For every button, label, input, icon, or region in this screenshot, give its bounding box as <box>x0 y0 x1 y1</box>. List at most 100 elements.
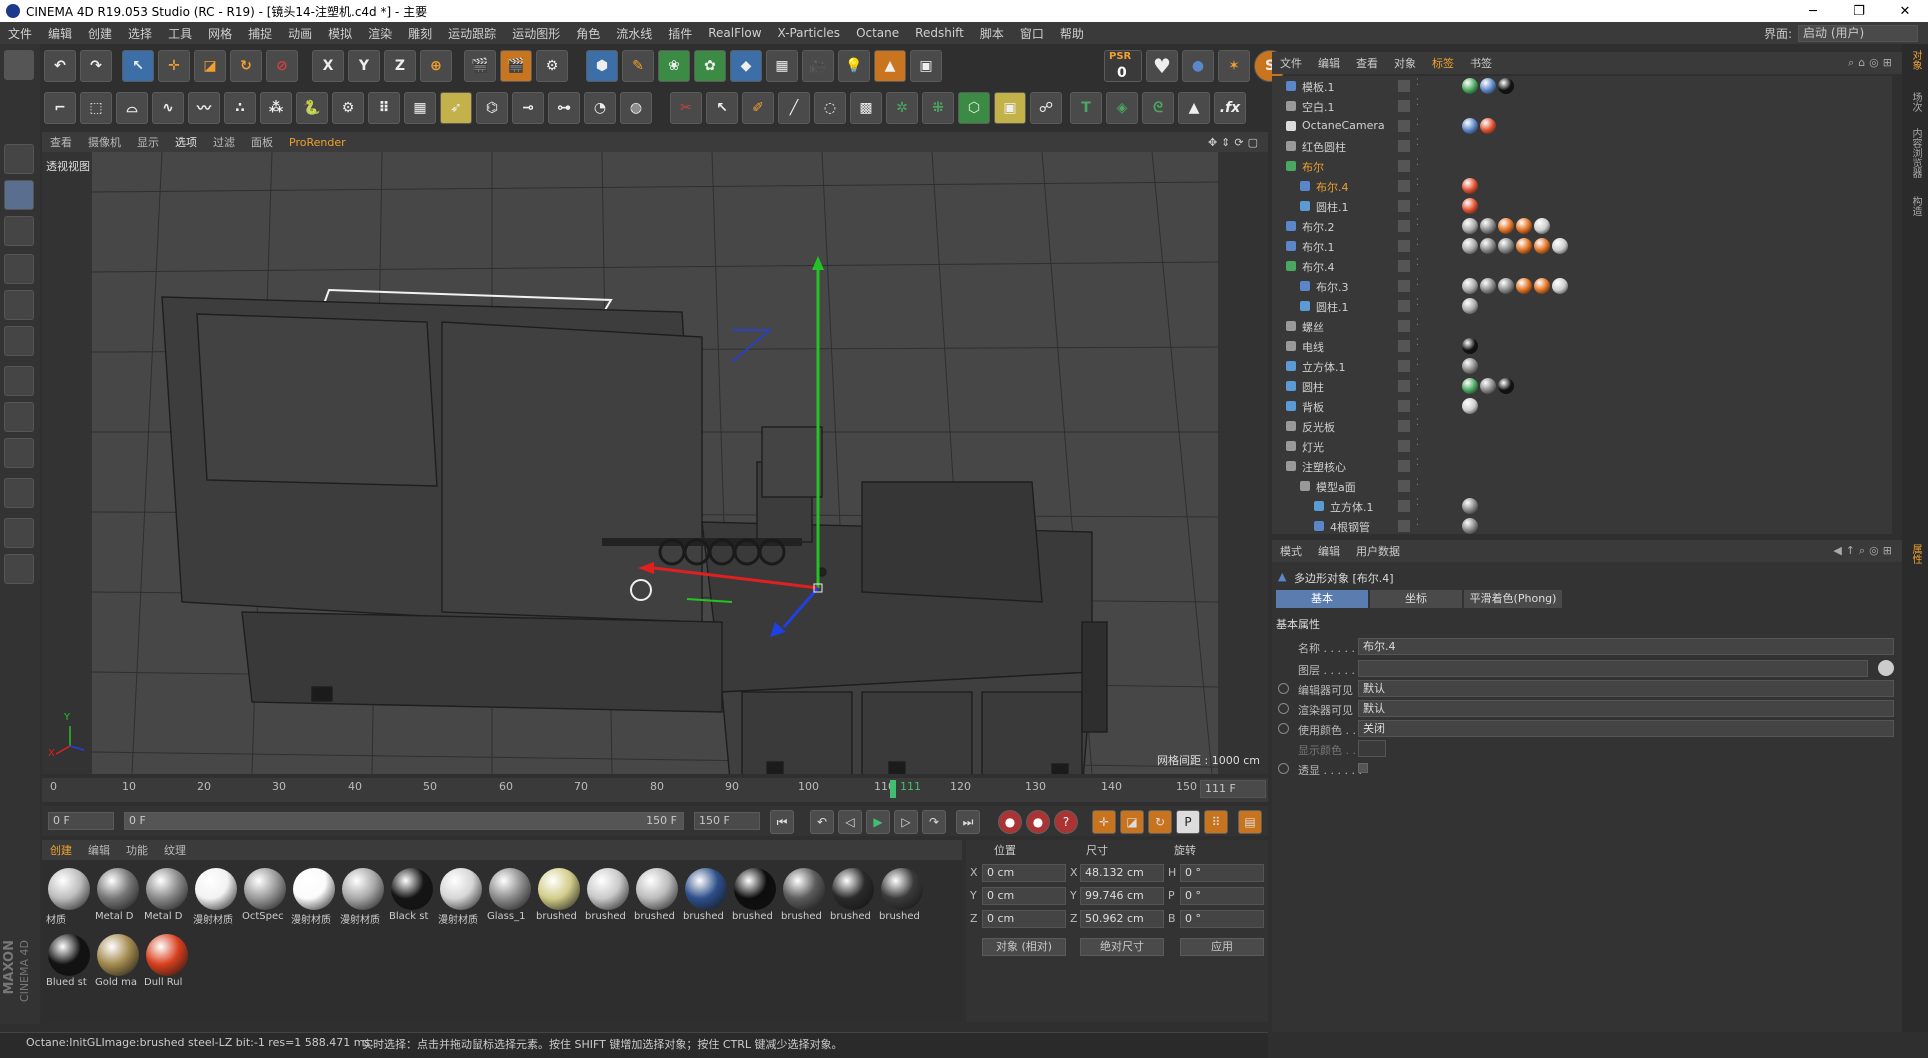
bend-tool-icon[interactable]: ⌐ <box>44 92 76 124</box>
menu-window[interactable]: 窗口 <box>1012 25 1052 42</box>
volume-builder-icon[interactable]: ▣ <box>994 92 1026 124</box>
menu-mesh[interactable]: 网格 <box>200 25 240 42</box>
right-tab-objects[interactable]: 对象 <box>1908 50 1923 70</box>
editor-render-dots-icon[interactable]: ⁚ <box>1416 498 1419 508</box>
material-tag-icon[interactable] <box>1462 118 1478 134</box>
z-axis-lock-button[interactable]: Z <box>384 50 416 82</box>
y-axis-lock-button[interactable]: Y <box>348 50 380 82</box>
connector-icon[interactable]: ⌬ <box>476 92 508 124</box>
editor-render-dots-icon[interactable]: ⁚ <box>1416 98 1419 108</box>
cone-icon[interactable]: ▲ <box>1178 92 1210 124</box>
material-tile[interactable]: Dull Rul <box>144 932 190 992</box>
editor-render-dots-icon[interactable]: ⁚ <box>1416 398 1419 408</box>
layer-visibility-icon[interactable] <box>1398 420 1410 432</box>
material-menu-function[interactable]: 功能 <box>118 842 156 858</box>
menu-redshift[interactable]: Redshift <box>907 26 972 40</box>
editor-render-dots-icon[interactable]: ⁚ <box>1416 318 1419 328</box>
viewport-menu-panel[interactable]: 面板 <box>243 134 281 150</box>
display-color-swatch[interactable] <box>1358 740 1386 757</box>
object-menu-tags[interactable]: 标签 <box>1424 55 1462 71</box>
object-row[interactable]: 红色圆柱 ⁚ <box>1272 136 1892 156</box>
position-key-icon[interactable]: ✛ <box>1092 810 1116 834</box>
material-tag-icon[interactable] <box>1480 218 1496 234</box>
editor-render-dots-icon[interactable]: ⁚ <box>1416 458 1419 468</box>
use-color-radio[interactable] <box>1278 723 1289 734</box>
material-tile[interactable]: Gold ma <box>95 932 141 992</box>
fracture-object-icon[interactable]: ⬡ <box>958 92 990 124</box>
viewport-menu-filter[interactable]: 过滤 <box>205 134 243 150</box>
object-row[interactable]: 注塑核心 ⁚ <box>1272 456 1892 476</box>
material-tile[interactable]: 漫射材质 <box>340 866 386 926</box>
material-tag-icon[interactable] <box>1534 238 1550 254</box>
x-axis-lock-button[interactable]: X <box>312 50 344 82</box>
heart-plugin-icon[interactable]: ♥ <box>1146 50 1178 82</box>
object-row[interactable]: 圆柱 ⁚ <box>1272 376 1892 396</box>
material-tag-icon[interactable] <box>1498 238 1514 254</box>
object-row[interactable]: 布尔.4 ⁚ <box>1272 256 1892 276</box>
material-tag-icon[interactable] <box>1462 238 1478 254</box>
editor-render-dots-icon[interactable]: ⁚ <box>1416 158 1419 168</box>
light-icon[interactable]: 💡 <box>838 50 870 82</box>
layer-visibility-icon[interactable] <box>1398 520 1410 532</box>
object-row[interactable]: 螺丝 ⁚ <box>1272 316 1892 336</box>
layer-visibility-icon[interactable] <box>1398 360 1410 372</box>
material-tag-icon[interactable] <box>1480 278 1496 294</box>
play-icon[interactable]: ▶ <box>866 810 890 834</box>
close-button[interactable]: ✕ <box>1882 4 1928 19</box>
dots-grid-icon[interactable]: ⠿ <box>368 92 400 124</box>
keyframe-selection-icon[interactable]: ? <box>1054 810 1078 834</box>
object-manager-nav-icons[interactable]: ⌕⌂◎⊞ <box>1848 56 1902 70</box>
object-row[interactable]: 布尔.1 ⁚ <box>1272 236 1892 256</box>
editor-render-dots-icon[interactable]: ⁚ <box>1416 358 1419 368</box>
size-mode-dropdown[interactable]: 绝对尺寸 <box>1080 938 1164 956</box>
editor-render-dots-icon[interactable]: ⁚ <box>1416 258 1419 268</box>
material-tile[interactable]: Glass_1 <box>487 866 533 926</box>
next-key-icon[interactable]: ↷ <box>922 810 946 834</box>
menu-pipeline[interactable]: 流水线 <box>608 25 660 42</box>
layer-visibility-icon[interactable] <box>1398 220 1410 232</box>
rotation-h-field[interactable]: 0 ° <box>1180 864 1264 882</box>
edges-mode-icon[interactable] <box>4 290 34 320</box>
size-x-field[interactable]: 48.132 cm <box>1080 864 1164 882</box>
next-frame-icon[interactable]: ▷ <box>894 810 918 834</box>
material-tile[interactable]: 漫射材质 <box>438 866 484 926</box>
render-settings-icon[interactable]: ⚙ <box>536 50 568 82</box>
object-row[interactable]: 背板 ⁚ <box>1272 396 1892 416</box>
grid-select-icon[interactable]: ▩ <box>850 92 882 124</box>
menu-octane[interactable]: Octane <box>848 26 907 40</box>
layer-visibility-icon[interactable] <box>1398 400 1410 412</box>
name-field[interactable]: 布尔.4 <box>1358 638 1894 655</box>
menu-edit[interactable]: 编辑 <box>40 25 80 42</box>
menu-script[interactable]: 脚本 <box>972 25 1012 42</box>
viewport-menu-camera[interactable]: 摄像机 <box>80 134 129 150</box>
menu-character[interactable]: 角色 <box>568 25 608 42</box>
menu-file[interactable]: 文件 <box>0 25 40 42</box>
rotation-key-icon[interactable]: ↻ <box>1148 810 1172 834</box>
editor-visible-dropdown[interactable]: 默认 <box>1358 680 1894 697</box>
menu-mograph[interactable]: 运动图形 <box>504 25 568 42</box>
object-row[interactable]: 立方体.1 ⁚ <box>1272 496 1892 516</box>
timeline-ruler[interactable]: 0 10 20 30 40 50 60 70 80 90 100 110 120… <box>42 778 1268 802</box>
menu-tools[interactable]: 工具 <box>160 25 200 42</box>
menu-plugins[interactable]: 插件 <box>660 25 700 42</box>
layer-visibility-icon[interactable] <box>1398 240 1410 252</box>
matrix-grid-icon[interactable]: ▦ <box>404 92 436 124</box>
menu-motion-tracking[interactable]: 运动跟踪 <box>440 25 504 42</box>
menu-x-particles[interactable]: X-Particles <box>770 26 849 40</box>
drop-to-floor-icon[interactable]: ● <box>1182 50 1214 82</box>
undo-button[interactable]: ↶ <box>44 50 76 82</box>
object-row[interactable]: 灯光 ⁚ <box>1272 436 1892 456</box>
editor-render-dots-icon[interactable]: ⁚ <box>1416 218 1419 228</box>
material-tag-icon[interactable] <box>1498 78 1514 94</box>
minimize-button[interactable]: ─ <box>1790 4 1836 19</box>
sphere-dots-icon[interactable]: ◍ <box>620 92 652 124</box>
editor-render-dots-icon[interactable]: ⁚ <box>1416 78 1419 88</box>
material-tile[interactable]: brushed <box>536 866 582 926</box>
object-row[interactable]: 布尔 ⁚ <box>1272 156 1892 176</box>
material-tag-icon[interactable] <box>1462 338 1478 354</box>
xray-checkbox[interactable] <box>1358 763 1368 773</box>
layer-picker-icon[interactable] <box>1878 660 1894 676</box>
floor-icon[interactable]: ▦ <box>766 50 798 82</box>
viewport-menu-view[interactable]: 查看 <box>42 134 80 150</box>
tab-coordinates[interactable]: 坐标 <box>1370 590 1462 608</box>
